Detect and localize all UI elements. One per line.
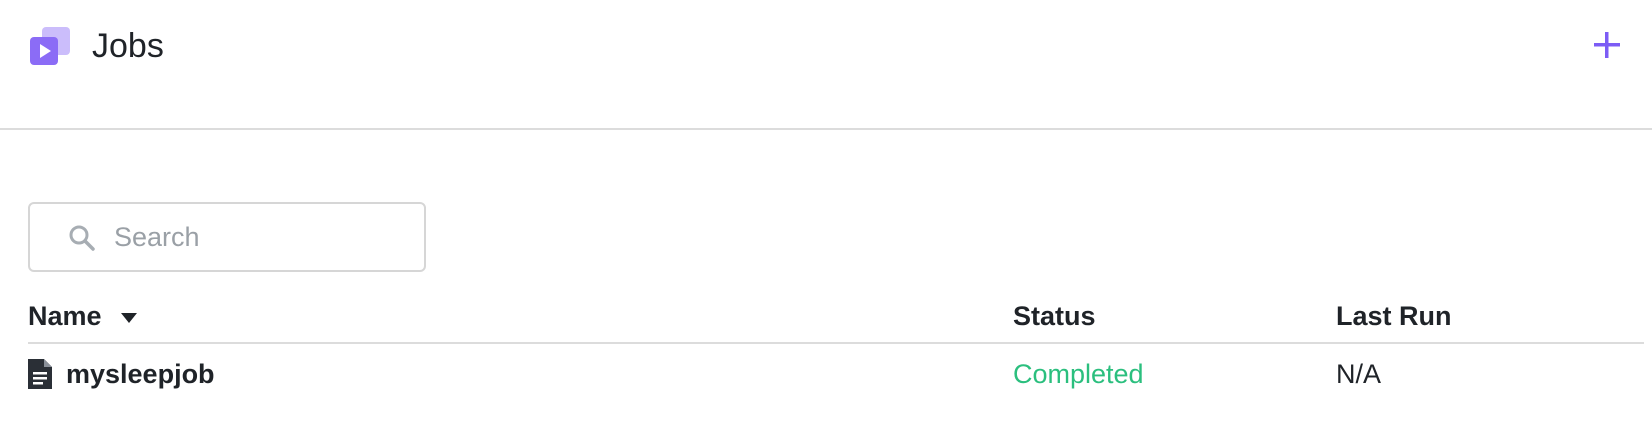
page-title: Jobs	[92, 27, 164, 65]
jobs-play-icon	[30, 27, 70, 65]
last-run-value: N/A	[1336, 359, 1382, 389]
search-input[interactable]	[114, 216, 414, 258]
caret-down-icon	[121, 312, 138, 323]
jobs-table: Name Status Last Run mysleepjob Complete…	[28, 290, 1644, 406]
column-header-status[interactable]: Status	[1013, 298, 1096, 334]
job-name: mysleepjob	[66, 359, 215, 389]
job-name-cell[interactable]: mysleepjob	[28, 356, 215, 392]
column-header-name-label: Name	[28, 301, 102, 331]
page-header: Jobs	[0, 0, 1652, 130]
plus-icon	[1594, 32, 1620, 58]
search-box[interactable]	[28, 202, 426, 272]
table-row[interactable]: mysleepjob Completed N/A	[28, 344, 1644, 406]
table-header: Name Status Last Run	[28, 290, 1644, 344]
add-job-button[interactable]	[1590, 28, 1624, 62]
column-header-last-run[interactable]: Last Run	[1336, 298, 1452, 334]
status-badge: Completed	[1013, 359, 1144, 389]
search-icon	[69, 225, 95, 251]
file-icon	[28, 358, 52, 389]
column-header-name[interactable]: Name	[28, 298, 138, 334]
